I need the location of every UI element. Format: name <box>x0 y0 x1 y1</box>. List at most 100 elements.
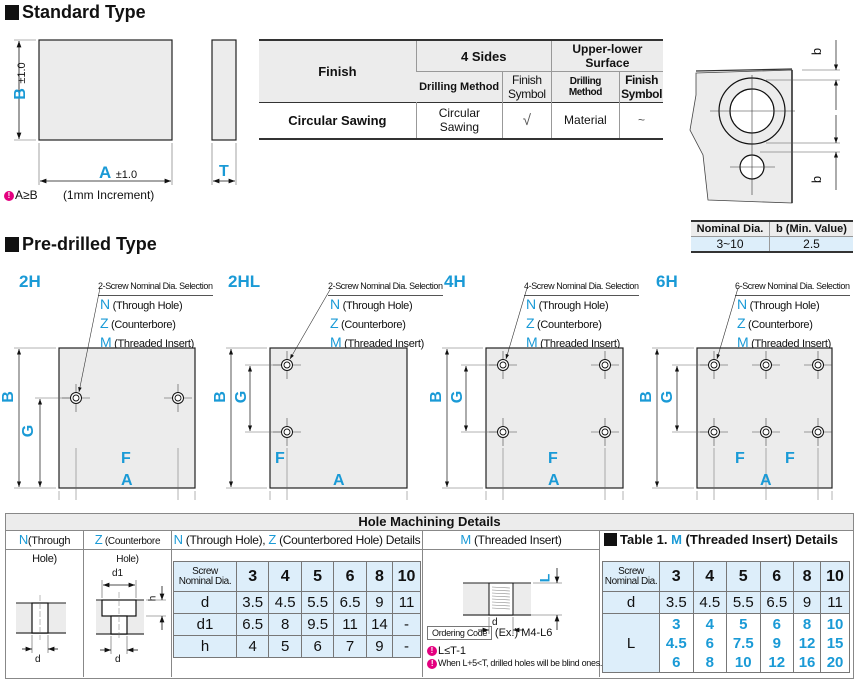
b-table-header-b: b (Min. Value) <box>768 220 853 237</box>
standard-notes: ! A≥B (1mm Increment) <box>4 188 154 202</box>
l-value: 12 <box>798 634 816 652</box>
l-value: 8 <box>705 653 714 671</box>
z-diagram-d1-label: d1 <box>112 568 124 579</box>
dim-g-2h: G <box>20 424 38 438</box>
col-nz-mid: (Through Hole), <box>185 533 266 547</box>
cell: 4 <box>235 635 270 658</box>
cell: 5.5 <box>726 591 761 614</box>
cell: 14 <box>365 613 394 636</box>
dim-b-letter: B <box>12 88 29 100</box>
nz-size: 6 <box>333 561 367 592</box>
note-blind-holes: ! When L+5<T, drilled holes will be blind… <box>427 658 602 669</box>
nz-details-table: Screw Nominal Dia. 3 4 5 6 8 10 d 3.5 4.… <box>173 561 421 658</box>
dim-b-4h: B <box>427 391 445 403</box>
cell: 6.5 <box>235 613 270 636</box>
col-nz-desc: (Counterbored Hole) Details <box>279 533 421 547</box>
l-value: 4.5 <box>665 634 687 652</box>
cell: 7 <box>333 635 367 658</box>
finish-header: Finish <box>259 40 417 103</box>
table1-title-code: M <box>671 532 682 547</box>
threaded-insert-table: Screw Nominal Dia. 3 4 5 6 8 10 d 3.5 4.… <box>602 561 850 673</box>
cell: 9.5 <box>300 613 335 636</box>
b-label-top: b <box>809 47 825 56</box>
predrilled-type-heading: Pre-drilled Type <box>5 234 157 255</box>
row-drill-method-1: Circular Sawing <box>415 102 503 139</box>
dim-f-4h: F <box>548 450 558 467</box>
cell: 9 <box>365 591 394 614</box>
edge-distance-diagram <box>689 40 840 204</box>
dim-f-2h: F <box>121 450 131 467</box>
l-values-cell: 6 9 12 <box>759 613 794 673</box>
cell: 3.5 <box>235 591 270 614</box>
hole-outer <box>599 426 611 438</box>
dim-a-6h: A <box>760 472 772 489</box>
standard-plate-diagram <box>14 39 237 185</box>
row-label: L <box>602 613 660 673</box>
note-l-limit: ! L≤T-1 <box>427 645 466 657</box>
l-value: 16 <box>798 653 816 671</box>
t1-header-label: Screw Nominal Dia. <box>602 561 660 592</box>
row-label: d <box>602 591 660 614</box>
cell: 6.5 <box>333 591 367 614</box>
table1-title: Table 1. M (Threaded Insert) Details <box>604 531 853 549</box>
dim-g-2hl: G <box>233 390 251 404</box>
tip-icon: ! <box>427 646 437 657</box>
l-values-cell: 468 <box>692 613 727 673</box>
nz-size: 10 <box>392 561 421 592</box>
dim-f2-6h: F <box>785 450 795 467</box>
ordering-example: (Ex.) M4-L6 <box>494 627 553 639</box>
nz-row-d: d 3.5 4.5 5.5 6.5 9 11 <box>173 591 421 614</box>
l-value: 6 <box>672 653 681 671</box>
l-value: 3 <box>672 615 681 633</box>
cell: - <box>392 613 421 636</box>
dim-a-2h: A <box>121 472 133 489</box>
dim-b-tolerance: ±1.0 <box>16 62 28 84</box>
t1-size: 3 <box>659 561 694 592</box>
dim-a-4h: A <box>548 472 560 489</box>
z-diagram-d-label: d <box>115 654 121 665</box>
counterbore-hole-diagram <box>96 580 166 654</box>
l-value: 10 <box>826 615 844 633</box>
b-table-b: 2.5 <box>768 235 853 252</box>
hole-outer <box>281 426 293 438</box>
t1-size: 10 <box>820 561 850 592</box>
note2-text: When L+5<T, drilled holes will be blind … <box>438 658 603 668</box>
heading-square-icon <box>5 237 19 252</box>
nz-header-label: Screw Nominal Dia. <box>173 561 237 592</box>
t1-row-l: L 3 4.5 6 4 6 8 5 7.5 10 6 9 12 8 12 16 10 15 20 <box>602 613 850 673</box>
l-values-cell: 3 4.5 6 <box>659 613 694 673</box>
cell: 4.5 <box>692 591 727 614</box>
col-header-n: N(Through Hole) <box>6 531 84 565</box>
tip-icon: ! <box>427 658 437 669</box>
t1-size: 8 <box>792 561 822 592</box>
hole-outer <box>281 359 293 371</box>
predrilled-type-title: Pre-drilled Type <box>22 234 157 254</box>
nz-row-d1: d1 6.5 8 9.5 11 14 - <box>173 613 421 636</box>
l-value: 6 <box>705 634 714 652</box>
l-values-cell: 5 7.5 10 <box>726 613 761 673</box>
hole-outer <box>812 426 824 438</box>
col-n-code: N <box>18 532 28 547</box>
hole-outer <box>760 359 772 371</box>
cell: 9 <box>365 635 394 658</box>
row-drill-method-2: Material <box>550 102 620 139</box>
dim-f1-6h: F <box>735 450 745 467</box>
cell: 11 <box>333 613 367 636</box>
cell: 6 <box>300 635 335 658</box>
cell: 11 <box>820 591 850 614</box>
row-label: d <box>173 591 237 614</box>
b-min-table: Nominal Dia. b (Min. Value) 3~10 2.5 <box>691 220 853 253</box>
cell: 5.5 <box>300 591 335 614</box>
t1-size: 6 <box>759 561 794 592</box>
col-header-z: Z (Counterbore Hole) <box>84 531 172 565</box>
nz-size: 3 <box>235 561 270 592</box>
heading-square-icon <box>5 5 19 20</box>
col-nz-z: Z <box>268 532 277 547</box>
z-diagram-h-label: h <box>147 595 159 602</box>
finish-table: Finish 4 Sides Upper-lower Surface Drill… <box>259 39 663 140</box>
standard-type-title: Standard Type <box>22 2 146 22</box>
note-condition: A≥B <box>15 188 38 202</box>
cell: 4.5 <box>268 591 302 614</box>
hole-outer <box>497 426 509 438</box>
l-value: 20 <box>826 653 844 671</box>
